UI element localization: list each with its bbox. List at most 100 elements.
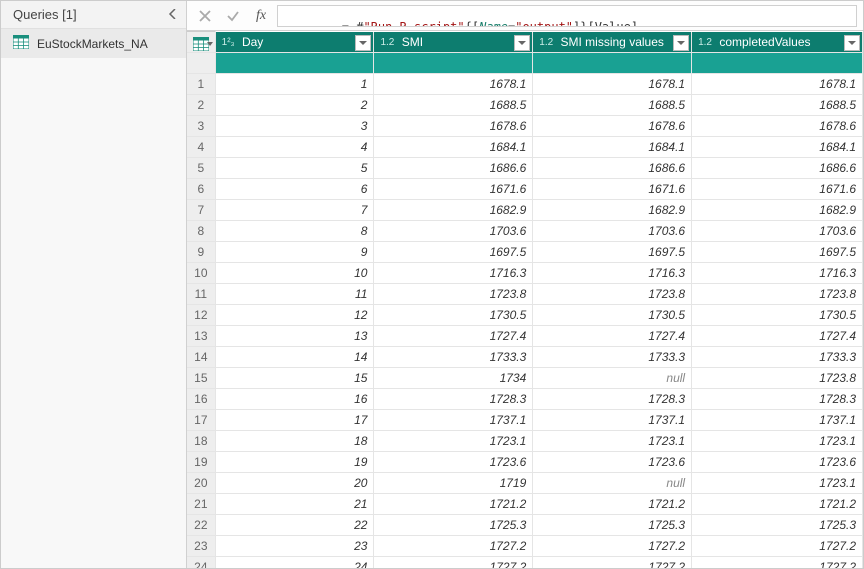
- cell-smi-missing[interactable]: 1727.4: [533, 326, 692, 347]
- cell-completed[interactable]: 1730.5: [692, 305, 863, 326]
- table-row[interactable]: 12121730.51730.51730.5: [187, 305, 863, 326]
- cell-day[interactable]: 10: [215, 263, 374, 284]
- row-number[interactable]: 22: [187, 515, 215, 536]
- cell-completed[interactable]: 1721.2: [692, 494, 863, 515]
- cell-smi[interactable]: 1678.1: [374, 74, 533, 95]
- cell-smi[interactable]: 1728.3: [374, 389, 533, 410]
- cell-smi[interactable]: 1723.1: [374, 431, 533, 452]
- cell-day[interactable]: 8: [215, 221, 374, 242]
- row-number[interactable]: 18: [187, 431, 215, 452]
- row-number[interactable]: 24: [187, 557, 215, 569]
- table-row[interactable]: 991697.51697.51697.5: [187, 242, 863, 263]
- table-row[interactable]: 11111723.81723.81723.8: [187, 284, 863, 305]
- row-number[interactable]: 11: [187, 284, 215, 305]
- table-row[interactable]: 22221725.31725.31725.3: [187, 515, 863, 536]
- cell-smi-missing[interactable]: 1728.3: [533, 389, 692, 410]
- table-row[interactable]: 881703.61703.61703.6: [187, 221, 863, 242]
- cell-day[interactable]: 24: [215, 557, 374, 569]
- table-row[interactable]: 18181723.11723.11723.1: [187, 431, 863, 452]
- formula-input[interactable]: = #"Run R script"{[Name="output"]}[Value…: [277, 5, 857, 27]
- cell-completed[interactable]: 1723.1: [692, 431, 863, 452]
- table-row[interactable]: 23231727.21727.21727.2: [187, 536, 863, 557]
- cell-smi-missing[interactable]: 1730.5: [533, 305, 692, 326]
- cell-smi[interactable]: 1688.5: [374, 95, 533, 116]
- cell-smi-missing[interactable]: 1723.1: [533, 431, 692, 452]
- cell-smi[interactable]: 1697.5: [374, 242, 533, 263]
- cell-completed[interactable]: 1716.3: [692, 263, 863, 284]
- row-number[interactable]: 6: [187, 179, 215, 200]
- row-number[interactable]: 16: [187, 389, 215, 410]
- cell-smi-missing[interactable]: 1716.3: [533, 263, 692, 284]
- cell-completed[interactable]: 1684.1: [692, 137, 863, 158]
- table-row[interactable]: 771682.91682.91682.9: [187, 200, 863, 221]
- cell-day[interactable]: 9: [215, 242, 374, 263]
- table-row[interactable]: 221688.51688.51688.5: [187, 95, 863, 116]
- cell-smi[interactable]: 1723.8: [374, 284, 533, 305]
- cell-completed[interactable]: 1727.2: [692, 557, 863, 569]
- cell-smi[interactable]: 1719: [374, 473, 533, 494]
- cell-smi-missing[interactable]: null: [533, 473, 692, 494]
- cell-day[interactable]: 20: [215, 473, 374, 494]
- table-row[interactable]: 21211721.21721.21721.2: [187, 494, 863, 515]
- cell-day[interactable]: 2: [215, 95, 374, 116]
- cell-completed[interactable]: 1733.3: [692, 347, 863, 368]
- cell-day[interactable]: 21: [215, 494, 374, 515]
- cell-smi[interactable]: 1737.1: [374, 410, 533, 431]
- cell-smi-missing[interactable]: 1678.1: [533, 74, 692, 95]
- row-number[interactable]: 17: [187, 410, 215, 431]
- cell-smi[interactable]: 1716.3: [374, 263, 533, 284]
- cell-completed[interactable]: 1727.2: [692, 536, 863, 557]
- cell-smi-missing[interactable]: 1737.1: [533, 410, 692, 431]
- table-row[interactable]: 14141733.31733.31733.3: [187, 347, 863, 368]
- cell-completed[interactable]: 1723.8: [692, 368, 863, 389]
- cell-day[interactable]: 15: [215, 368, 374, 389]
- row-number[interactable]: 5: [187, 158, 215, 179]
- cell-smi[interactable]: 1671.6: [374, 179, 533, 200]
- row-number[interactable]: 10: [187, 263, 215, 284]
- cell-smi[interactable]: 1725.3: [374, 515, 533, 536]
- cell-smi-missing[interactable]: 1686.6: [533, 158, 692, 179]
- cell-completed[interactable]: 1697.5: [692, 242, 863, 263]
- cell-smi-missing[interactable]: 1727.2: [533, 536, 692, 557]
- cell-day[interactable]: 11: [215, 284, 374, 305]
- table-row[interactable]: 17171737.11737.11737.1: [187, 410, 863, 431]
- table-row[interactable]: 20201719null1723.1: [187, 473, 863, 494]
- row-number[interactable]: 12: [187, 305, 215, 326]
- cell-day[interactable]: 1: [215, 74, 374, 95]
- cell-smi-missing[interactable]: null: [533, 368, 692, 389]
- collapse-panel-icon[interactable]: [168, 8, 178, 22]
- cell-day[interactable]: 5: [215, 158, 374, 179]
- cell-day[interactable]: 16: [215, 389, 374, 410]
- cell-completed[interactable]: 1682.9: [692, 200, 863, 221]
- cell-smi-missing[interactable]: 1733.3: [533, 347, 692, 368]
- row-number[interactable]: 23: [187, 536, 215, 557]
- cell-completed[interactable]: 1725.3: [692, 515, 863, 536]
- table-row[interactable]: 111678.11678.11678.1: [187, 74, 863, 95]
- table-row[interactable]: 661671.61671.61671.6: [187, 179, 863, 200]
- cell-day[interactable]: 7: [215, 200, 374, 221]
- cell-day[interactable]: 17: [215, 410, 374, 431]
- column-filter-button[interactable]: [844, 35, 860, 51]
- table-row[interactable]: 15151734null1723.8: [187, 368, 863, 389]
- cell-smi-missing[interactable]: 1678.6: [533, 116, 692, 137]
- row-number[interactable]: 13: [187, 326, 215, 347]
- column-header-smi-missing[interactable]: 1.2 SMI missing values: [533, 32, 692, 53]
- cell-smi[interactable]: 1734: [374, 368, 533, 389]
- cell-smi[interactable]: 1723.6: [374, 452, 533, 473]
- cell-smi[interactable]: 1733.3: [374, 347, 533, 368]
- row-number[interactable]: 20: [187, 473, 215, 494]
- table-menu-button[interactable]: [187, 32, 215, 53]
- cell-completed[interactable]: 1678.1: [692, 74, 863, 95]
- cell-smi[interactable]: 1721.2: [374, 494, 533, 515]
- cancel-formula-button[interactable]: [193, 5, 217, 27]
- row-number[interactable]: 21: [187, 494, 215, 515]
- cell-smi[interactable]: 1686.6: [374, 158, 533, 179]
- column-header-day[interactable]: 1²₃ Day: [215, 32, 374, 53]
- cell-completed[interactable]: 1686.6: [692, 158, 863, 179]
- cell-day[interactable]: 13: [215, 326, 374, 347]
- row-number[interactable]: 14: [187, 347, 215, 368]
- column-filter-button[interactable]: [514, 35, 530, 51]
- cell-completed[interactable]: 1688.5: [692, 95, 863, 116]
- cell-smi-missing[interactable]: 1688.5: [533, 95, 692, 116]
- cell-smi-missing[interactable]: 1723.6: [533, 452, 692, 473]
